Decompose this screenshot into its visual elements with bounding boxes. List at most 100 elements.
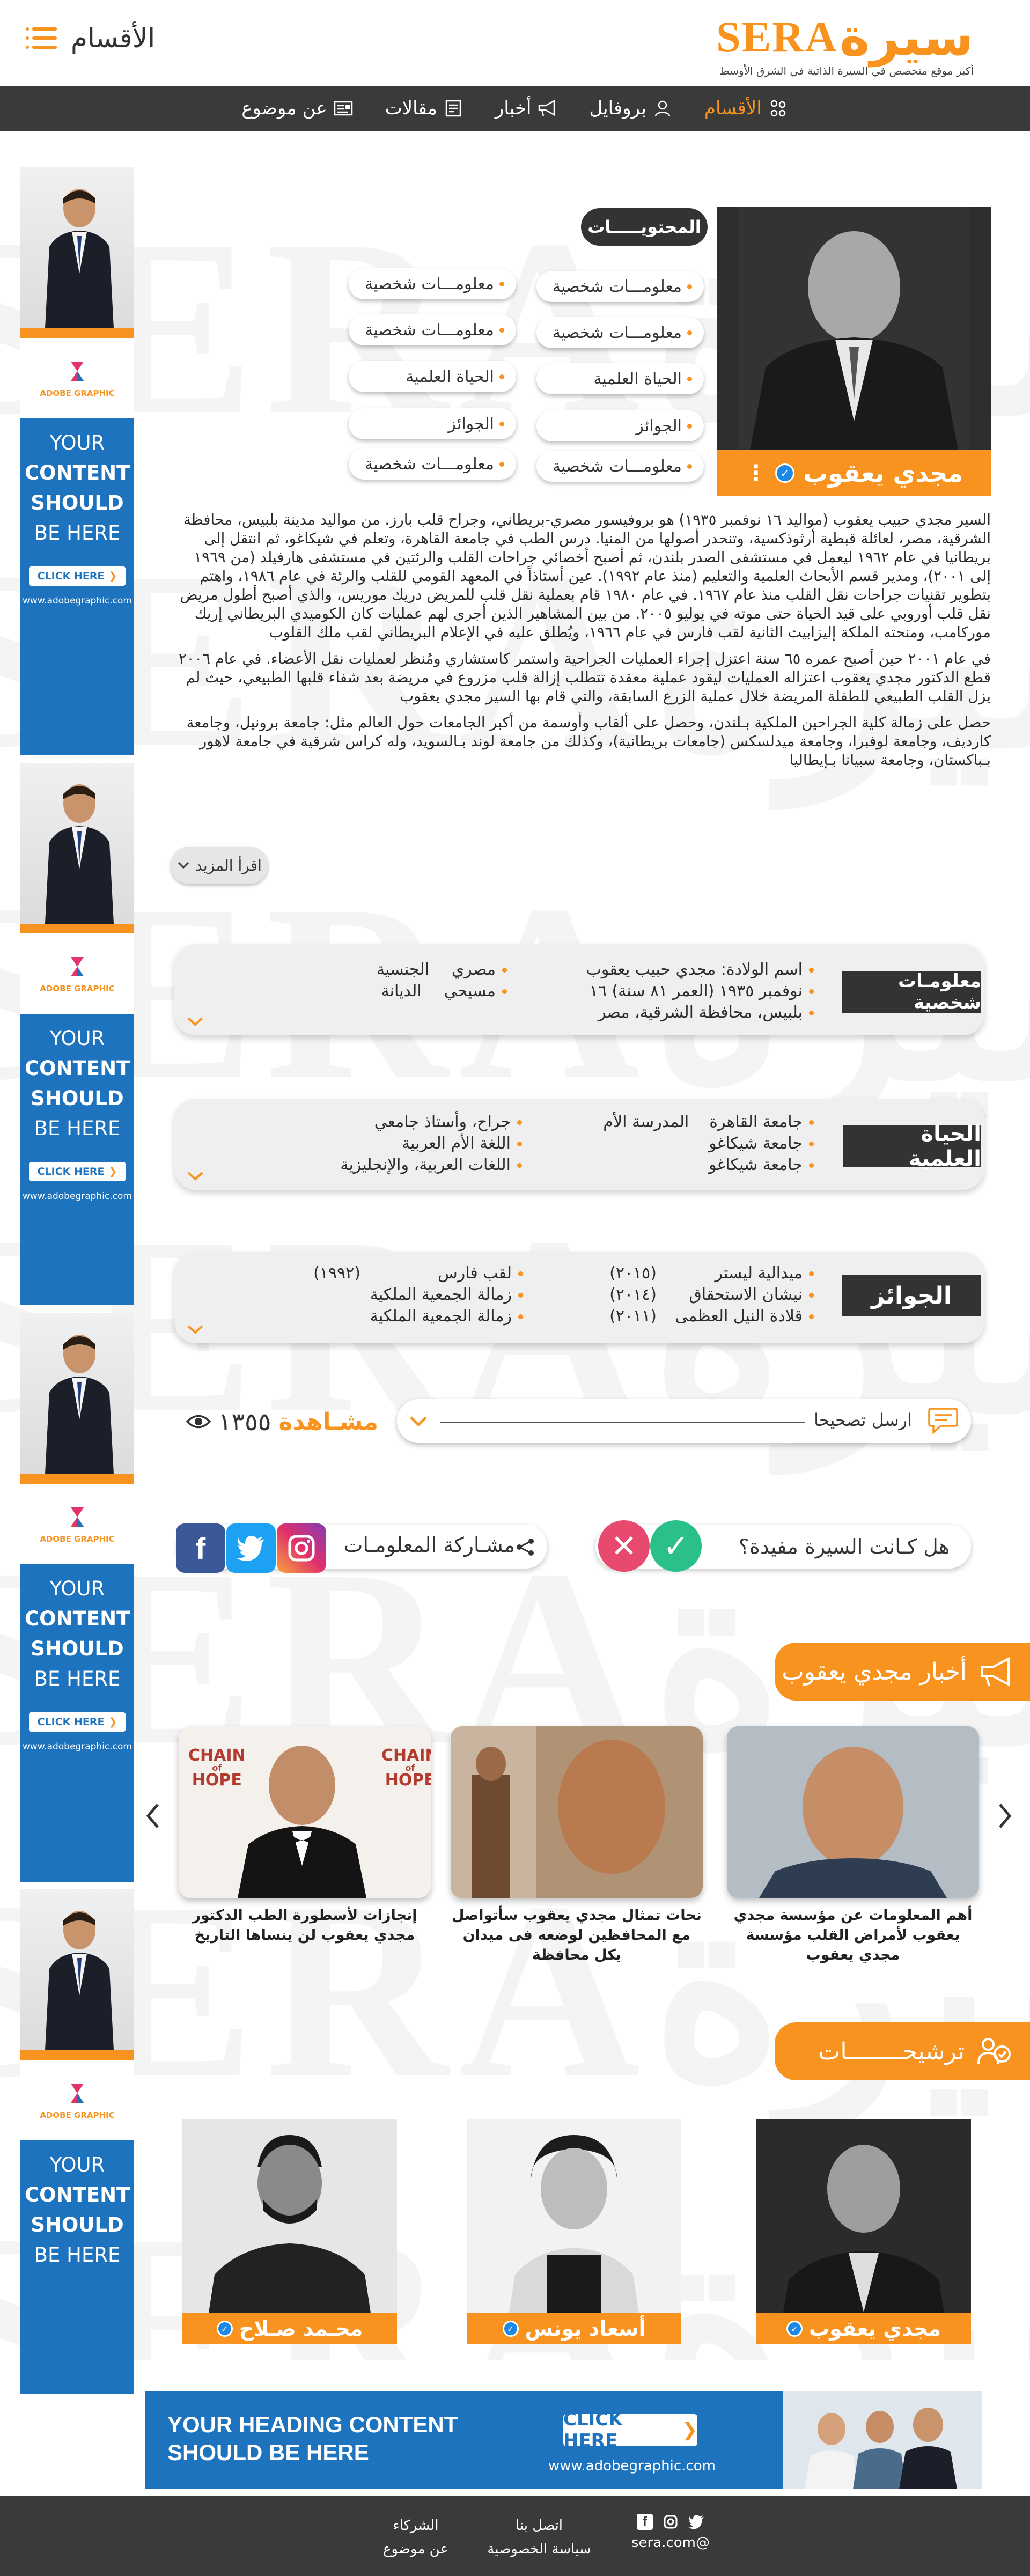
toc-link[interactable]: معلومـــات شخصية [536,271,704,302]
footer-link[interactable]: الشركاء [376,2514,456,2537]
nav-label: مقالات [385,98,437,119]
facebook-share-button[interactable]: f [176,1523,225,1573]
toc-link[interactable]: معلومـــات شخصية [349,268,516,299]
logo-english: SERA [716,12,838,61]
side-ad[interactable]: ADOBE GRAPHIC YOUR CONTENT SHOULD BE HER… [20,1313,134,1882]
footer-link[interactable]: اتصل بنا [480,2514,598,2537]
recommendation-card[interactable]: مجدي يعقوب ✓ [756,2119,971,2344]
verified-check-icon: ✓ [502,2321,519,2337]
nav-item-profile[interactable]: بروفايل [589,98,673,119]
toc-link[interactable]: معلومـــات شخصية [349,314,516,345]
bottom-ad-banner[interactable]: YOUR HEADING CONTENT SHOULD BE HERE CLICK… [145,2391,982,2489]
biography-text: السير مجدي حبيب يعقوب (مواليد ١٦ نوفمبر … [174,511,991,777]
useful-feedback-bar: هل كـانت السيرة مفيدة؟ ✕ ✓ [595,1520,971,1572]
bio-paragraph: في عام ٢٠٠١ حين أصبح عمره ٦٥ سنة اعتزل إ… [178,650,991,705]
ad-copy-line: CONTENT [25,461,130,484]
nav-item-articles[interactable]: مقالات [385,98,464,119]
news-card[interactable] [451,1726,703,1898]
footer-email[interactable]: @sera.com [628,2531,713,2555]
share-bar: مشـاركة المعلومـات f [176,1523,547,1573]
banner-button-label: CLICK HERE [563,2409,623,2452]
views-count: ١٣٥٥ [218,1407,271,1436]
toc-title: المحتويـــــات [581,208,708,246]
news-caption[interactable]: إنجازات لأسطورة الطب الدكتور مجدي يعقوب … [179,1905,431,1945]
banner-click-button[interactable]: CLICK HERE ❯ [563,2409,698,2452]
ad-brand-text: ADOBE GRAPHIC [40,388,115,398]
instagram-icon[interactable] [663,2514,679,2530]
recommendation-card[interactable]: محـمد صـلاح ✓ [182,2119,397,2344]
recommendation-name: أسعاد يونس [525,2317,646,2341]
megaphone-icon [536,98,558,119]
award-name: لقب فارس [438,1264,512,1283]
chevron-down-icon[interactable] [186,1016,204,1027]
news-caption[interactable]: نحات تمثال مجدي يعقوب سأتواصل مع المحافظ… [451,1905,703,1965]
footer-contact: f @sera.com [628,2514,713,2555]
vote-no-button[interactable]: ✕ [598,1520,650,1572]
main-nav: الأقسام بروفايل أخبار مقالات عن موضوع [0,86,1030,131]
read-more-button[interactable]: اقرأ المزيد [171,847,268,884]
banner-url: www.adobegraphic.com [548,2458,716,2474]
chevron-down-icon[interactable] [186,1324,204,1335]
share-icon [517,1539,534,1556]
banner-photo [751,2391,982,2489]
twitter-share-button[interactable] [226,1523,276,1573]
news-heading-label: أخبار مجدي يعقوب [782,1658,967,1686]
toc-link[interactable]: معلومـــات شخصية [349,448,516,480]
ad-photo [20,167,134,328]
toc-link[interactable]: الجوائز [349,408,516,439]
carousel-next-arrow-icon[interactable] [998,1802,1013,1829]
toc-link-label: معلومـــات شخصية [365,320,494,340]
footer-link[interactable]: عن موضوع [376,2537,456,2561]
nav-item-news[interactable]: أخبار [495,98,558,119]
ad-click-button[interactable]: CLICK HERE ❯ [29,1162,126,1181]
facebook-icon[interactable]: f [637,2514,653,2530]
side-ad[interactable]: ADOBE GRAPHIC YOUR CONTENT SHOULD BE HER… [20,167,134,755]
toc-link[interactable]: الجوائز [536,410,704,441]
site-logo[interactable]: سيرة SERA أكبر موقع متخصص في السيرة الذا… [716,8,974,77]
recommendation-card[interactable]: أسعاد يونس ✓ [467,2119,681,2344]
twitter-icon[interactable] [688,2514,704,2530]
toc-link[interactable]: معلومـــات شخصية [536,451,704,482]
news-card[interactable] [727,1726,979,1898]
ad-copy-line: BE HERE [34,1117,121,1140]
toc-link[interactable]: الحياة العلمية [349,361,516,392]
site-header: الأقسام سيرة SERA أكبر موقع متخصص في الس… [0,0,1030,86]
recommendations-heading: ترشيحــــــــات [775,2022,1030,2080]
nav-item-topic[interactable]: عن موضوع [241,98,354,119]
chevron-down-icon[interactable] [186,1171,204,1181]
side-ad[interactable]: ADOBE GRAPHIC YOUR CONTENT SHOULD BE HER… [20,763,134,1305]
ad-copy-line: YOUR [49,431,105,454]
footer-link[interactable]: سياسة الخصوصية [480,2537,598,2561]
ad-copy-line: BE HERE [34,521,121,544]
info-item: جراح، وأستاذ جامعي [374,1113,511,1131]
toc-link[interactable]: معلومـــات شخصية [536,317,704,348]
more-options-icon[interactable]: ⋮ [745,461,767,485]
vote-yes-button[interactable]: ✓ [650,1520,702,1572]
side-ad[interactable]: ADOBE GRAPHIC YOUR CONTENT SHOULD BE HER… [20,1889,134,2394]
toc-link-label: الجوائز [636,416,682,436]
bio-paragraph: حصل على زمالة كلية الجراحين الملكية بـلن… [186,714,991,769]
toc-link-label: الحياة العلمية [593,369,682,388]
chevron-right-icon: ❯ [682,2419,698,2441]
news-card[interactable]: CHAINofHOPE CHAINofHOPE [179,1726,431,1898]
toc-link[interactable]: الحياة العلمية [536,363,704,394]
toc-link-label: معلومـــات شخصية [553,277,682,296]
ad-copy-line: BE HERE [34,2243,121,2266]
toc-link-label: معلومـــات شخصية [365,274,494,293]
eye-icon [186,1415,211,1429]
info-value: مسيحي [444,982,496,1000]
instagram-share-button[interactable] [277,1523,326,1573]
sections-menu-toggle[interactable]: الأقسام [26,23,156,54]
news-caption[interactable]: أهم المعلومات عن مؤسسة مجدي يعقوب لأمراض… [727,1905,979,1965]
send-correction-bar[interactable]: ارسل تصحيحا [397,1399,971,1443]
award-year: (١٩٩٢) [313,1264,360,1283]
twitter-icon [237,1536,264,1561]
sections-menu-label: الأقسام [71,23,156,54]
carousel-prev-arrow-icon[interactable] [145,1802,160,1829]
ad-click-button[interactable]: CLICK HERE ❯ [29,1712,126,1732]
news-section-heading: أخبار مجدي يعقوب [775,1643,1030,1701]
personal-info-card: معلومـات شخصية اسم الولادة: مجدي حبيب يع… [174,944,984,1035]
ad-click-button[interactable]: CLICK HERE ❯ [29,566,126,586]
nav-item-sections[interactable]: الأقسام [704,98,789,119]
ad-brand: ADOBE GRAPHIC [20,1484,134,1564]
